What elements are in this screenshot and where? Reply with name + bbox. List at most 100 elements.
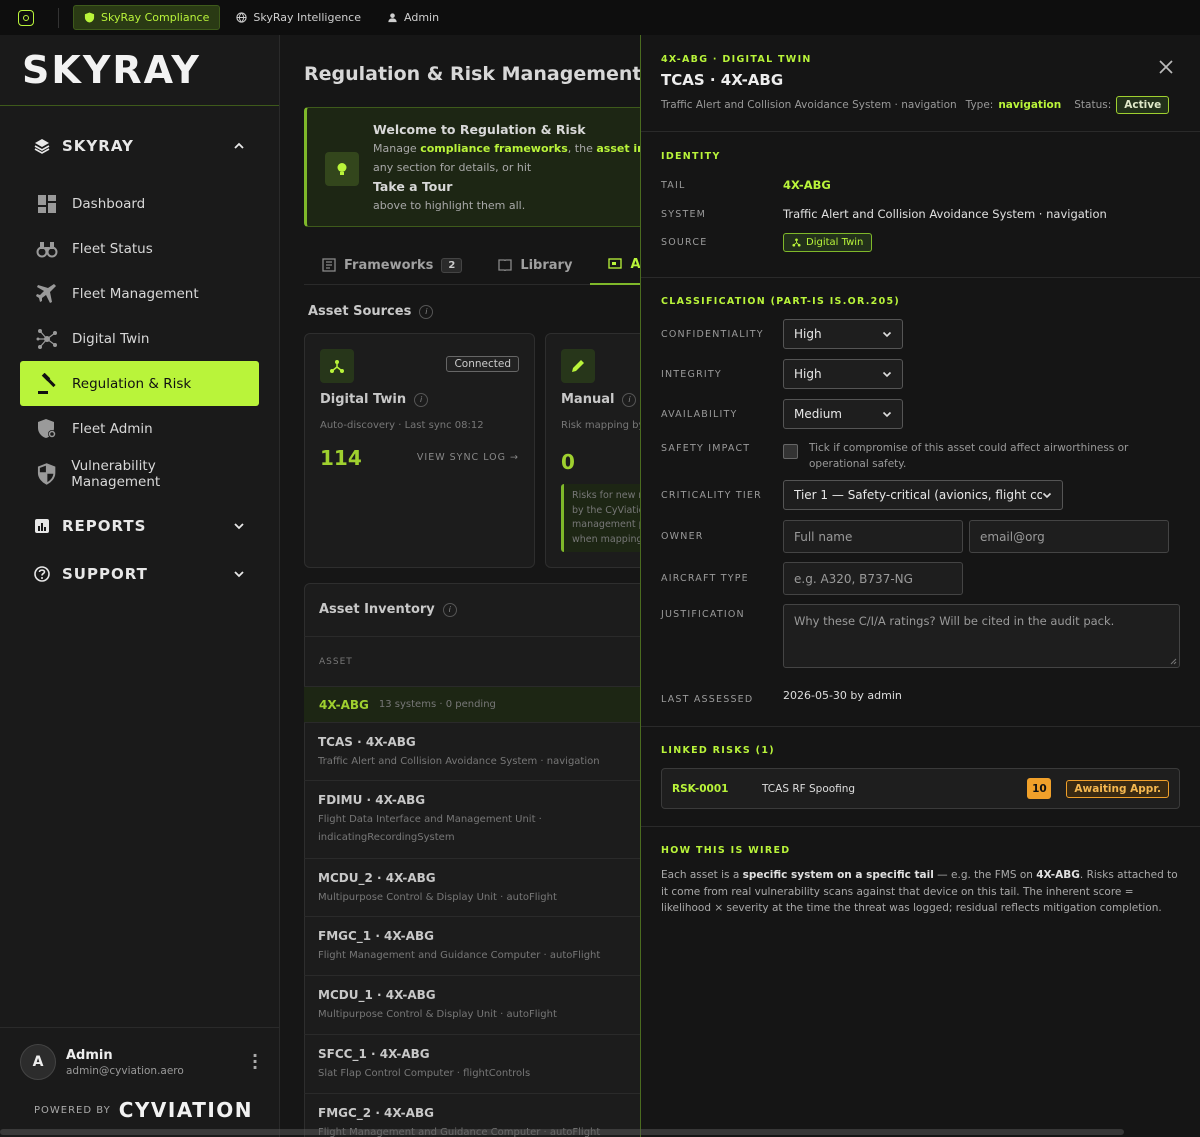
tab-assets[interactable]: Ass [590, 245, 640, 285]
shield-icon [37, 462, 56, 485]
brand-logo[interactable]: SKYRAY [0, 35, 279, 106]
digital-twin-source-card[interactable]: Connected Digital Twin i Auto-discovery … [304, 333, 535, 568]
tab-frameworks[interactable]: Frameworks 2 [304, 245, 480, 285]
binoculars-icon [36, 241, 58, 257]
tab-skyray-compliance[interactable]: SkyRay Compliance [73, 5, 221, 30]
resize-handle-icon[interactable] [1169, 657, 1177, 665]
section-heading: CLASSIFICATION (PART-IS IS.OR.205) [661, 296, 901, 307]
justification-textarea[interactable]: Why these C/I/A ratings? Will be cited i… [783, 604, 1180, 668]
table-row[interactable]: MCDU_1 · 4X-ABG Multipurpose Control & Di… [304, 975, 640, 1034]
view-sync-log-link[interactable]: VIEW SYNC LOG → [417, 452, 519, 463]
bar-chart-icon [35, 519, 49, 533]
row-title: FMGC_1 · 4X-ABG [318, 929, 434, 943]
sidebar-item-fleet-admin[interactable]: Fleet Admin [20, 406, 259, 451]
manual-source-card[interactable]: Manual i Risk mapping by 0 Risks for new… [545, 333, 640, 568]
chevron-up-icon[interactable] [233, 140, 245, 152]
tab-library[interactable]: Library [480, 245, 590, 285]
availability-select[interactable]: Medium [783, 399, 903, 429]
tab-label: Frameworks [344, 257, 434, 273]
chevron-down-icon[interactable] [233, 520, 245, 532]
plane-icon [36, 283, 56, 303]
avatar[interactable]: A [20, 1044, 56, 1080]
table-row[interactable]: TCAS · 4X-ABG Traffic Alert and Collision… [304, 722, 640, 780]
row-title: FMGC_2 · 4X-ABG [318, 1106, 434, 1120]
tab-skyray-intelligence[interactable]: SkyRay Intelligence [226, 5, 371, 30]
tab-label: Library [520, 257, 573, 273]
field-label: CONFIDENTIALITY [661, 328, 764, 340]
risk-status-badge: Awaiting Appr. [1066, 779, 1169, 798]
info-icon[interactable]: i [442, 602, 457, 617]
info-icon[interactable]: i [419, 304, 434, 319]
nav-group-skyray[interactable]: SKYRAY [0, 121, 279, 171]
info-icon[interactable]: i [622, 392, 637, 407]
tab-label: SkyRay Compliance [101, 11, 210, 24]
owner-email-input[interactable]: email@org [969, 520, 1169, 553]
card-subtitle: Auto-discovery · Last sync 08:12 [320, 420, 484, 431]
note-line: Risks for new m [572, 490, 640, 501]
shield-icon [84, 12, 95, 23]
column-header-asset[interactable]: ASSET [304, 636, 640, 686]
type-value: navigation [998, 99, 1062, 111]
table-row[interactable]: FMGC_1 · 4X-ABG Flight Management and Gui… [304, 916, 640, 975]
select-value: Medium [794, 407, 842, 421]
sidebar-item-dashboard[interactable]: Dashboard [20, 181, 259, 226]
table-row[interactable]: FDIMU · 4X-ABG Flight Data Interface and … [304, 780, 640, 858]
welcome-text: , the [567, 142, 597, 155]
how-wired-section: HOW THIS IS WIRED Each asset is a specif… [641, 827, 1200, 947]
close-icon[interactable] [1158, 59, 1174, 75]
text-fragment: Each asset is a [661, 869, 743, 881]
welcome-banner: Welcome to Regulation & Risk Manage comp… [304, 107, 640, 227]
sidebar-item-regulation-risk[interactable]: Regulation & Risk [20, 361, 259, 406]
source-badge: Digital Twin [783, 233, 873, 252]
source-value: Digital Twin [806, 237, 864, 248]
app-logo-icon[interactable] [18, 9, 34, 26]
sidebar-item-vulnerability-management[interactable]: Vulnerability Management [20, 451, 259, 496]
horizontal-scrollbar[interactable] [0, 1129, 1124, 1135]
sidebar-item-label: Dashboard [72, 195, 146, 212]
network-icon [320, 349, 354, 383]
user-email: admin@cyviation.aero [66, 1064, 184, 1077]
row-subtitle: Flight Data Interface and Management Uni… [318, 814, 542, 843]
chevron-down-icon [882, 411, 892, 418]
main-content: Regulation & Risk Management Welcome to … [280, 35, 640, 1137]
text-fragment: — e.g. the FMS on [933, 869, 1037, 881]
compliance-frameworks-link[interactable]: compliance frameworks [420, 142, 568, 155]
chevron-down-icon [882, 331, 892, 338]
card-title: Digital Twin [320, 392, 407, 407]
info-icon[interactable]: i [414, 392, 429, 407]
user-name: Admin [66, 1047, 113, 1063]
note-line: management pr [572, 519, 640, 530]
welcome-text: above to highlight them all. [373, 199, 526, 212]
sidebar-item-fleet-management[interactable]: Fleet Management [20, 271, 259, 316]
aircraft-type-input[interactable]: e.g. A320, B737-NG [783, 562, 963, 595]
risk-row[interactable]: RSK-0001 TCAS RF Spoofing 10 Awaiting Ap… [661, 768, 1180, 809]
tab-admin[interactable]: Admin [377, 5, 449, 30]
list-icon [322, 258, 336, 272]
nav-group-label: SKYRAY [62, 137, 134, 155]
confidentiality-select[interactable]: High [783, 319, 903, 349]
card-subtitle: Risk mapping by [561, 420, 640, 431]
sidebar-item-digital-twin[interactable]: Digital Twin [20, 316, 259, 361]
field-label: LAST ASSESSED [661, 694, 754, 705]
field-label: AVAILABILITY [661, 408, 738, 420]
table-row[interactable]: SFCC_1 · 4X-ABG Slat Flap Control Compute… [304, 1034, 640, 1093]
sidebar-item-fleet-status[interactable]: Fleet Status [20, 226, 259, 271]
nav-group-reports[interactable]: REPORTS [0, 502, 279, 550]
welcome-title: Welcome to Regulation & Risk [373, 122, 586, 137]
integrity-select[interactable]: High [783, 359, 903, 389]
nav-group-support[interactable]: SUPPORT [0, 550, 279, 598]
more-vertical-icon[interactable]: · · · [250, 1048, 260, 1076]
select-value: High [794, 327, 822, 341]
owner-name-input[interactable]: Full name [783, 520, 963, 553]
tail-group-row[interactable]: 4X-ABG 13 systems · 0 pending [304, 686, 640, 722]
risk-id[interactable]: RSK-0001 [672, 783, 762, 795]
classification-section: CLASSIFICATION (PART-IS IS.OR.205) CONFI… [641, 278, 1200, 727]
asset-inventory-link[interactable]: asset inven [596, 142, 640, 155]
safety-help-text: Tick if compromise of this asset could a… [809, 442, 1129, 470]
table-row[interactable]: MCDU_2 · 4X-ABG Multipurpose Control & Di… [304, 858, 640, 916]
criticality-tier-select[interactable]: Tier 1 — Safety-critical (avionics, flig… [783, 480, 1063, 510]
safety-impact-checkbox[interactable] [783, 444, 798, 459]
chevron-down-icon[interactable] [233, 568, 245, 580]
take-tour-button[interactable]: Take a Tour [373, 177, 640, 196]
frameworks-count-badge: 2 [441, 257, 463, 273]
